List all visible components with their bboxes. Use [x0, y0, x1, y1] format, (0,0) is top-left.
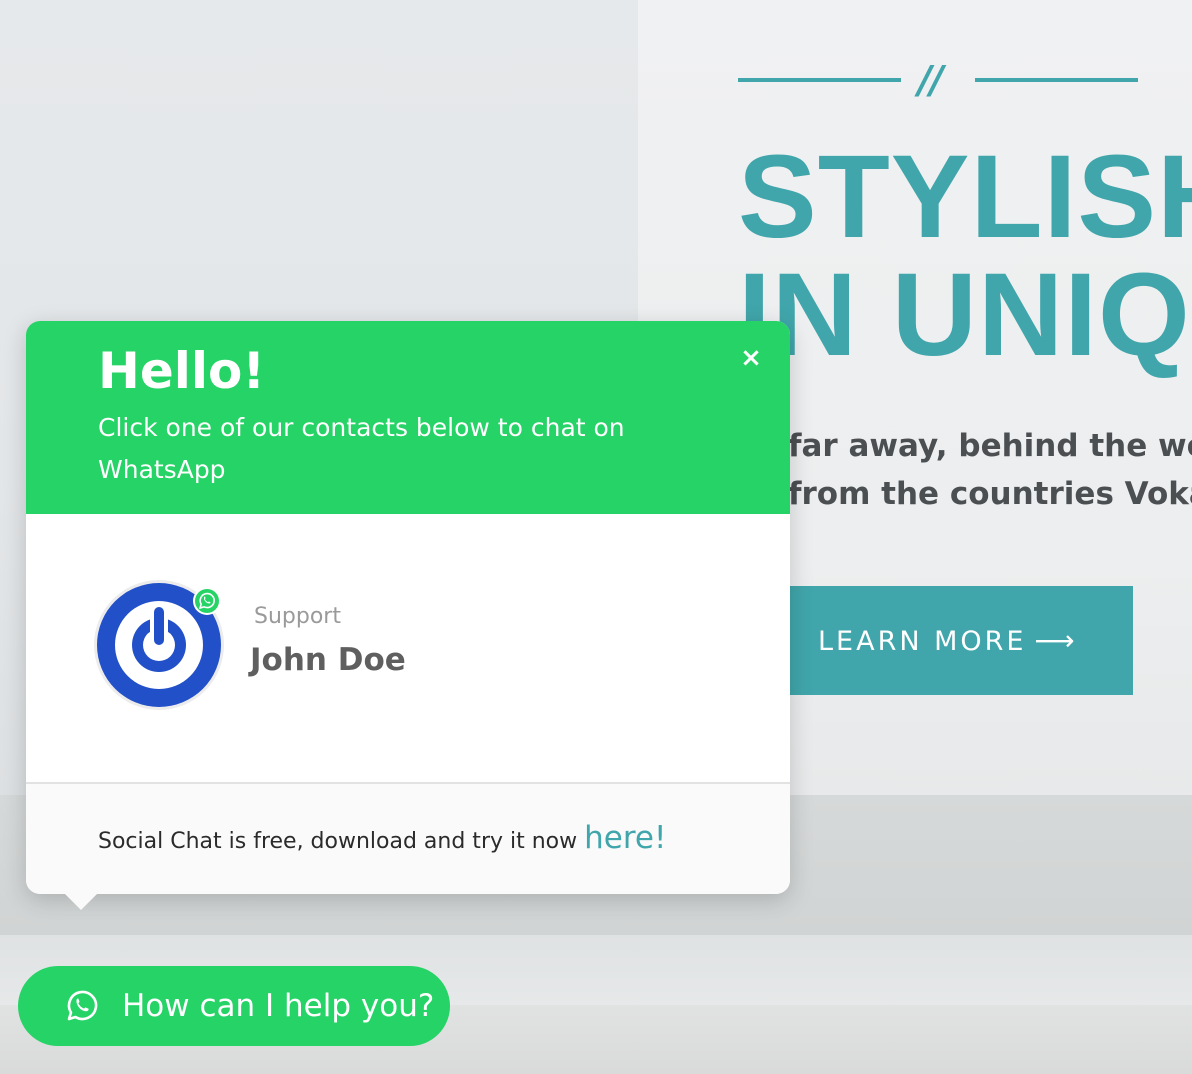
- learn-more-label: LEARN MORE: [818, 626, 1027, 657]
- hero-divider-line-right: [975, 78, 1138, 82]
- chat-subtitle: Click one of our contacts below to chat …: [98, 413, 625, 484]
- whatsapp-chat-popup: Hello! Click one of our contacts below t…: [26, 321, 790, 910]
- contact-name: John Doe: [250, 642, 406, 678]
- footer-download-link[interactable]: here!: [584, 820, 666, 856]
- whatsapp-badge-icon: [193, 587, 221, 615]
- footer-text: Social Chat is free, download and try it…: [98, 820, 666, 856]
- hero-divider-symbol: //: [918, 58, 944, 102]
- hero-description-line-1: far away, behind the word m: [788, 428, 1192, 464]
- chat-footer: Social Chat is free, download and try it…: [26, 782, 790, 894]
- whatsapp-launcher-button[interactable]: How can I help you?: [18, 966, 450, 1046]
- close-icon[interactable]: ×: [736, 343, 766, 373]
- contact-item[interactable]: Support John Doe: [94, 580, 714, 720]
- hero-title: STYLISH IN UNIQ: [738, 138, 1192, 374]
- chat-greeting: Hello!: [98, 342, 266, 400]
- launcher-label: How can I help you?: [122, 988, 435, 1024]
- hero-title-line-2: IN UNIQ: [738, 249, 1191, 381]
- hero-title-line-1: STYLISH: [738, 131, 1192, 263]
- hero-description-line-2: from the countries Vokalia a: [788, 476, 1192, 512]
- hero-description: far away, behind the word m from the cou…: [788, 422, 1192, 518]
- contact-role: Support: [254, 604, 341, 629]
- arrow-right-icon: ⟶: [1034, 624, 1078, 657]
- hero-divider-line-left: [738, 78, 901, 82]
- page: // STYLISH IN UNIQ far away, behind the …: [0, 0, 1192, 1074]
- chat-contacts: Support John Doe: [26, 514, 790, 782]
- chat-header: Hello! Click one of our contacts below t…: [26, 321, 790, 514]
- footer-message: Social Chat is free, download and try it…: [98, 829, 585, 854]
- learn-more-button[interactable]: LEARN MORE ⟶: [790, 586, 1133, 695]
- whatsapp-icon: [67, 990, 98, 1021]
